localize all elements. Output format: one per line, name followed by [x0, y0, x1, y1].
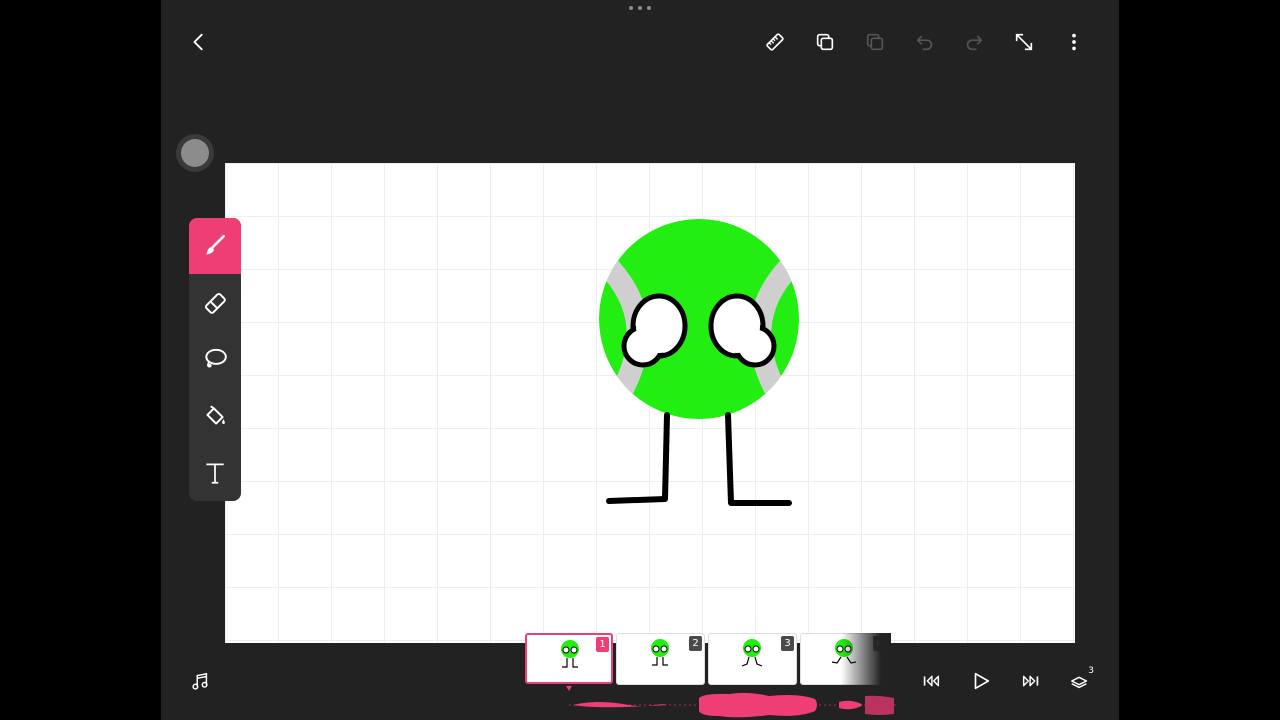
- frame-thumbnail[interactable]: 3: [708, 633, 797, 685]
- skip-back-icon: [923, 675, 940, 687]
- skip-forward-icon: [1022, 675, 1039, 687]
- ruler-button[interactable]: [760, 27, 790, 57]
- paste-button[interactable]: [860, 27, 890, 57]
- play-icon: [974, 672, 990, 690]
- eraser-tool[interactable]: [189, 275, 241, 331]
- layers-button[interactable]: 3: [1065, 666, 1095, 696]
- frame-thumbnail[interactable]: 1: [525, 633, 613, 684]
- redo-button[interactable]: [959, 27, 989, 57]
- timeline-fade: [841, 633, 891, 685]
- brush-size-slider[interactable]: [176, 134, 214, 172]
- text-icon: [206, 463, 224, 484]
- layers-count: 3: [1088, 666, 1094, 676]
- frame-thumbnail-image: [651, 639, 669, 666]
- audio-waveform[interactable]: [569, 690, 899, 720]
- rewind-button[interactable]: [916, 666, 946, 696]
- ruler-icon: [766, 33, 784, 51]
- paint-bucket-icon: [206, 405, 225, 425]
- frame-number: 1: [596, 637, 609, 652]
- expand-icon: [1015, 33, 1033, 51]
- frame-number: 3: [781, 636, 794, 651]
- redo-icon: [966, 35, 983, 51]
- character-drawing: [599, 219, 799, 506]
- lasso-icon: [205, 348, 227, 368]
- undo-icon: [916, 35, 933, 51]
- brush-icon: [206, 234, 225, 255]
- more-button[interactable]: [1059, 27, 1089, 57]
- multitask-handle[interactable]: [629, 6, 651, 12]
- frame-timeline[interactable]: 1 2 3 4: [525, 633, 889, 685]
- frame-thumbnail-image: [741, 639, 763, 667]
- more-vertical-icon: [1072, 33, 1076, 51]
- drawing-canvas[interactable]: [225, 163, 1075, 643]
- app-window: 1 2 3 4 3: [161, 0, 1119, 720]
- back-button[interactable]: [184, 27, 214, 57]
- frame-thumbnail-image: [561, 640, 579, 668]
- music-button[interactable]: [185, 667, 215, 697]
- frame-number: 2: [689, 636, 702, 651]
- paste-icon: [866, 33, 884, 51]
- fill-tool[interactable]: [189, 388, 241, 444]
- fullscreen-button[interactable]: [1009, 27, 1039, 57]
- text-tool[interactable]: [189, 445, 241, 501]
- eraser-icon: [204, 292, 226, 314]
- chevron-left-icon: [193, 33, 203, 51]
- music-note-icon: [192, 672, 208, 690]
- brush-tool[interactable]: [189, 218, 241, 274]
- duplicate-frame-icon: [816, 33, 834, 51]
- duplicate-frame-button[interactable]: [810, 27, 840, 57]
- undo-button[interactable]: [910, 27, 940, 57]
- lasso-tool[interactable]: [189, 331, 241, 387]
- forward-button[interactable]: [1016, 666, 1046, 696]
- frame-thumbnail[interactable]: 2: [616, 633, 705, 685]
- tool-panel: [189, 218, 241, 501]
- play-button[interactable]: [966, 666, 996, 696]
